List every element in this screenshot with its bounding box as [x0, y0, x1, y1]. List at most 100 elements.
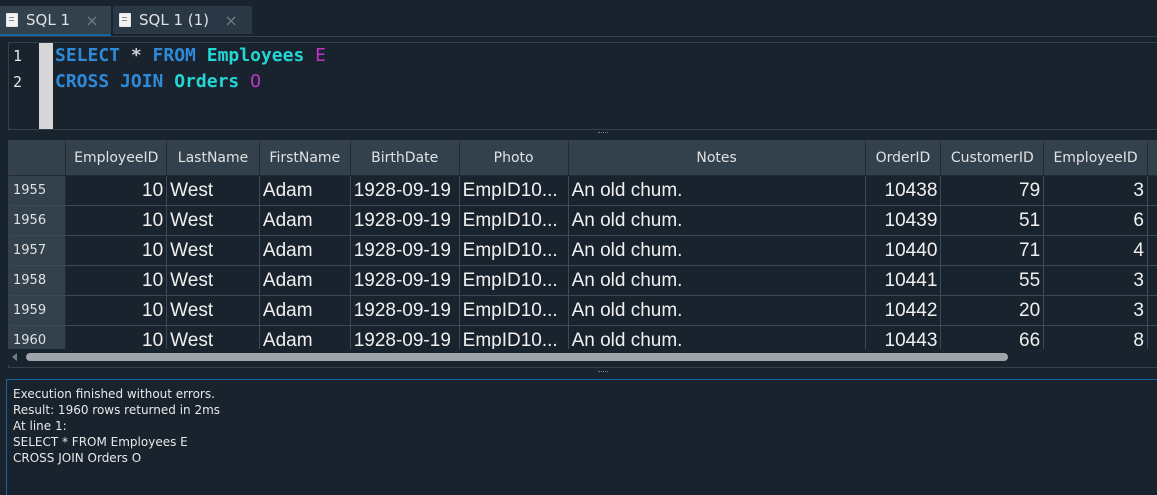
- table-cell[interactable]: 10: [65, 265, 168, 296]
- column-header[interactable]: LastName: [166, 141, 260, 176]
- output-line: Result: 1960 rows returned in 2ms: [13, 403, 221, 417]
- table-cell[interactable]: EmpID10...: [459, 205, 569, 236]
- row-number[interactable]: 1955: [9, 175, 67, 206]
- table-cell[interactable]: 3: [1043, 175, 1148, 206]
- table-cell[interactable]: 20: [940, 295, 1045, 326]
- table-cell[interactable]: 10: [65, 175, 168, 206]
- table-cell[interactable]: 55: [940, 265, 1045, 296]
- code-area[interactable]: SELECT * FROM Employees E CROSS JOIN Ord…: [55, 43, 326, 95]
- table-cell[interactable]: EmpID10...: [459, 265, 569, 296]
- table-cell[interactable]: 1928-09-19: [350, 235, 460, 266]
- table-row[interactable]: 1955 10 West Adam 1928-09-19 EmpID10... An old…: [9, 175, 1157, 206]
- alias: E: [315, 45, 326, 66]
- table-cell[interactable]: Adam: [259, 295, 351, 326]
- splitter-handle[interactable]: [598, 371, 608, 374]
- tab-sql-1[interactable]: SQL 1 ×: [0, 6, 111, 36]
- table-cell[interactable]: An old chum.: [568, 175, 866, 206]
- sql-editor[interactable]: 1 2 SELECT * FROM Employees E CROSS JOIN…: [8, 42, 1157, 130]
- table-cell[interactable]: West: [166, 265, 260, 296]
- output-line: Execution finished without errors.: [13, 387, 215, 401]
- row-number[interactable]: 1957: [9, 235, 67, 266]
- table-cell[interactable]: Adam: [259, 205, 351, 236]
- code-line-1: SELECT * FROM Employees E: [55, 43, 326, 69]
- column-header[interactable]: EmployeeID: [65, 141, 168, 176]
- tab-sql-1-1[interactable]: SQL 1 (1) ×: [113, 6, 252, 34]
- table-cell[interactable]: Adam: [259, 265, 351, 296]
- table-cell[interactable]: 51: [940, 205, 1045, 236]
- column-header[interactable]: Notes: [568, 141, 866, 176]
- table-cell[interactable]: 4: [1043, 235, 1148, 266]
- table-cell[interactable]: 6: [1043, 205, 1148, 236]
- table-cell[interactable]: 1928-09-19: [350, 205, 460, 236]
- code-line-2: CROSS JOIN Orders O: [55, 69, 326, 95]
- row-number[interactable]: 1958: [9, 265, 67, 296]
- column-header[interactable]: FirstName: [259, 141, 351, 176]
- column-header[interactable]: OrderID: [865, 141, 942, 176]
- table-cell[interactable]: An old chum.: [568, 205, 866, 236]
- table-cell[interactable]: 79: [940, 175, 1045, 206]
- table-cell[interactable]: Adam: [259, 235, 351, 266]
- table-cell[interactable]: An old chum.: [568, 265, 866, 296]
- scrollbar-thumb[interactable]: [26, 353, 1008, 361]
- results-table: EmployeeID LastName FirstName BirthDate …: [9, 141, 1157, 356]
- table-cell[interactable]: 10441: [865, 265, 942, 296]
- table-cell[interactable]: 10: [65, 205, 168, 236]
- table-cell[interactable]: 10: [65, 235, 168, 266]
- close-icon[interactable]: ×: [223, 11, 239, 30]
- column-header[interactable]: [1147, 141, 1157, 176]
- table-row[interactable]: 1958 10 West Adam 1928-09-19 EmpID10... An old…: [9, 265, 1157, 296]
- table-cell[interactable]: 10442: [865, 295, 942, 326]
- horizontal-scrollbar[interactable]: [8, 349, 1157, 365]
- table-cell[interactable]: West: [166, 295, 260, 326]
- line-number: 1: [13, 47, 23, 65]
- column-header[interactable]: EmployeeID: [1043, 141, 1148, 176]
- splitter-handle[interactable]: [598, 132, 608, 135]
- table-cell[interactable]: Adam: [259, 175, 351, 206]
- table-cell[interactable]: 10: [65, 295, 168, 326]
- table-cell[interactable]: 3: [1043, 265, 1148, 296]
- table-row[interactable]: 1959 10 West Adam 1928-09-19 EmpID10... An old…: [9, 295, 1157, 326]
- table-cell[interactable]: [1147, 235, 1157, 266]
- table-cell[interactable]: EmpID10...: [459, 175, 569, 206]
- scroll-left-icon[interactable]: [12, 353, 17, 361]
- table-cell[interactable]: West: [166, 235, 260, 266]
- row-number[interactable]: 1956: [9, 205, 67, 236]
- table-cell[interactable]: 1928-09-19: [350, 265, 460, 296]
- close-icon[interactable]: ×: [84, 11, 100, 30]
- table-cell[interactable]: An old chum.: [568, 235, 866, 266]
- table-cell[interactable]: 3: [1043, 295, 1148, 326]
- output-line: SELECT * FROM Employees E: [13, 435, 188, 449]
- table-cell[interactable]: [1147, 295, 1157, 326]
- keyword: FROM: [152, 45, 196, 66]
- table-row[interactable]: 1956 10 West Adam 1928-09-19 EmpID10... An old…: [9, 205, 1157, 236]
- line-number: 2: [13, 73, 23, 91]
- table-cell[interactable]: [1147, 175, 1157, 206]
- table-cell[interactable]: West: [166, 175, 260, 206]
- table-cell[interactable]: 1928-09-19: [350, 175, 460, 206]
- tab-label: SQL 1 (1): [139, 11, 210, 29]
- output-pane[interactable]: Execution finished without errors. Resul…: [6, 379, 1157, 495]
- table-cell[interactable]: [1147, 265, 1157, 296]
- table-cell[interactable]: 10440: [865, 235, 942, 266]
- table-cell[interactable]: West: [166, 205, 260, 236]
- row-number[interactable]: 1959: [9, 295, 67, 326]
- results-grid[interactable]: EmployeeID LastName FirstName BirthDate …: [8, 140, 1157, 368]
- column-header[interactable]: Photo: [459, 141, 569, 176]
- keyword: SELECT: [55, 45, 121, 66]
- table-cell[interactable]: An old chum.: [568, 295, 866, 326]
- table-cell[interactable]: EmpID10...: [459, 235, 569, 266]
- keyword: CROSS: [55, 71, 110, 92]
- table-cell[interactable]: 71: [940, 235, 1045, 266]
- table-cell[interactable]: [1147, 205, 1157, 236]
- column-header[interactable]: BirthDate: [350, 141, 460, 176]
- table-name: Employees: [206, 45, 305, 66]
- table-cell[interactable]: EmpID10...: [459, 295, 569, 326]
- fold-margin: [39, 43, 53, 129]
- table-cell[interactable]: 10438: [865, 175, 942, 206]
- corner-cell[interactable]: [9, 141, 67, 176]
- table-cell[interactable]: 10439: [865, 205, 942, 236]
- column-header[interactable]: CustomerID: [940, 141, 1045, 176]
- table-name: Orders: [174, 71, 240, 92]
- table-row[interactable]: 1957 10 West Adam 1928-09-19 EmpID10... An old…: [9, 235, 1157, 266]
- table-cell[interactable]: 1928-09-19: [350, 295, 460, 326]
